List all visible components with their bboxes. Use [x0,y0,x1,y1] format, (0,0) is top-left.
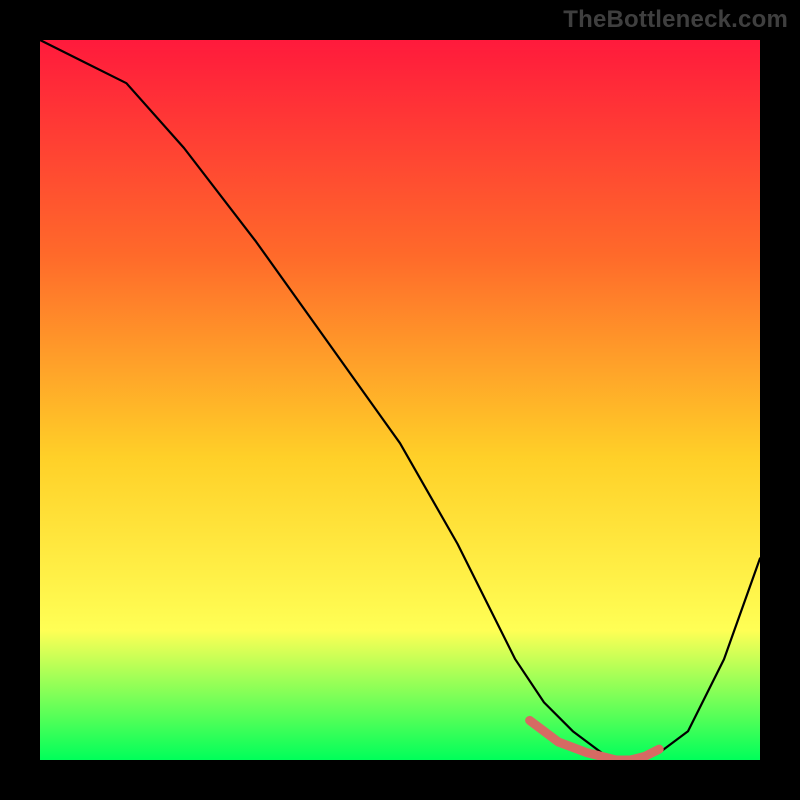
plot-area [40,40,760,760]
watermark-text: TheBottleneck.com [563,6,788,34]
chart-frame: TheBottleneck.com [0,0,800,800]
gradient-background [40,40,760,760]
chart-svg [40,40,760,760]
